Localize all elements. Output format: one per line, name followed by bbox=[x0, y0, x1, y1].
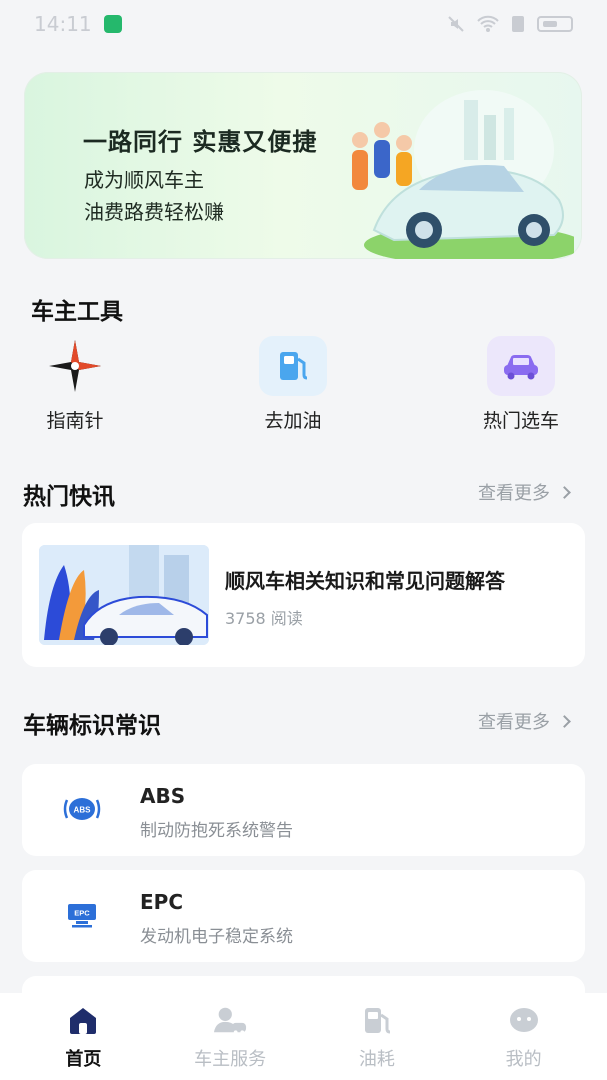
news-more-label: 查看更多 bbox=[478, 483, 550, 504]
home-icon bbox=[66, 1003, 100, 1037]
compass-icon bbox=[41, 336, 109, 396]
tab-home[interactable]: 首页 bbox=[23, 1003, 143, 1071]
tool-refuel[interactable]: 去加油 bbox=[223, 336, 363, 433]
wifi-icon bbox=[477, 15, 499, 32]
news-thumbnail bbox=[39, 545, 209, 645]
banner-title: 一路同行 实惠又便捷 bbox=[83, 128, 318, 156]
sign-desc-epc: 发动机电子稳定系统 bbox=[140, 927, 293, 947]
tools-section-title: 车主工具 bbox=[31, 299, 123, 325]
banner-subtitle-2: 油费路费轻松赚 bbox=[84, 200, 224, 224]
chevron-right-icon bbox=[558, 485, 571, 499]
fuel-pump-icon bbox=[259, 336, 327, 396]
profile-icon bbox=[507, 1003, 541, 1037]
tool-hot-cars[interactable]: 热门选车 bbox=[451, 336, 591, 433]
status-time: 14:11 bbox=[34, 12, 92, 36]
epc-warning-icon: EPC bbox=[68, 904, 96, 928]
tool-compass[interactable]: 指南针 bbox=[5, 336, 145, 433]
sign-desc-abs: 制动防抱死系统警告 bbox=[140, 821, 293, 841]
sign-code-abs: ABS bbox=[140, 784, 186, 808]
app-notification-icon bbox=[103, 15, 122, 33]
sim-icon bbox=[512, 16, 524, 32]
tab-label-fuel-consumption: 油耗 bbox=[358, 1048, 395, 1070]
car-icon bbox=[487, 336, 555, 396]
tool-label-refuel: 去加油 bbox=[264, 410, 322, 432]
sign-card-epc[interactable]: EPC EPC 发动机电子稳定系统 bbox=[22, 870, 585, 962]
signs-more-link[interactable]: 查看更多 bbox=[478, 708, 571, 734]
battery-icon bbox=[537, 16, 573, 32]
news-title: 顺风车相关知识和常见问题解答 bbox=[225, 569, 505, 593]
tool-label-hot-cars: 热门选车 bbox=[482, 410, 559, 432]
news-card[interactable]: 顺风车相关知识和常见问题解答 3758 阅读 bbox=[22, 523, 585, 667]
status-bar: 14:11 bbox=[0, 0, 607, 48]
tab-fuel-consumption[interactable]: 油耗 bbox=[317, 1003, 437, 1071]
svg-text:ABS: ABS bbox=[74, 806, 92, 815]
bottom-tab-bar: 首页 车主服务 油耗 我的 bbox=[0, 993, 607, 1080]
owner-service-icon bbox=[213, 1003, 247, 1037]
news-image bbox=[39, 545, 209, 645]
tab-label-home: 首页 bbox=[65, 1048, 102, 1070]
news-read-count: 3758 阅读 bbox=[225, 609, 303, 628]
news-section-title: 热门快讯 bbox=[23, 484, 115, 510]
sign-card-abs[interactable]: ABS ABS 制动防抱死系统警告 bbox=[22, 764, 585, 856]
mute-icon bbox=[448, 16, 464, 32]
tab-label-profile: 我的 bbox=[505, 1048, 542, 1070]
banner-subtitle-1: 成为顺风车主 bbox=[84, 168, 204, 192]
chevron-right-icon bbox=[558, 714, 571, 728]
promo-banner[interactable]: 一路同行 实惠又便捷 成为顺风车主 油费路费轻松赚 bbox=[24, 72, 582, 259]
svg-text:EPC: EPC bbox=[74, 909, 90, 918]
signs-section-title: 车辆标识常识 bbox=[23, 713, 161, 739]
news-more-link[interactable]: 查看更多 bbox=[478, 479, 571, 505]
status-icons bbox=[447, 15, 573, 33]
tools-grid: 指南针 去加油 热门选车 bbox=[0, 336, 607, 446]
sign-code-epc: EPC bbox=[140, 890, 183, 914]
banner-illustration bbox=[352, 90, 574, 259]
fuel-pump-icon bbox=[360, 1003, 394, 1037]
tab-profile[interactable]: 我的 bbox=[464, 1003, 584, 1071]
tab-label-owner-services: 车主服务 bbox=[194, 1048, 267, 1070]
tool-label-compass: 指南针 bbox=[46, 410, 104, 432]
abs-warning-icon: ABS bbox=[63, 798, 101, 820]
tab-owner-services[interactable]: 车主服务 bbox=[170, 1003, 290, 1071]
signs-more-label: 查看更多 bbox=[478, 712, 550, 733]
